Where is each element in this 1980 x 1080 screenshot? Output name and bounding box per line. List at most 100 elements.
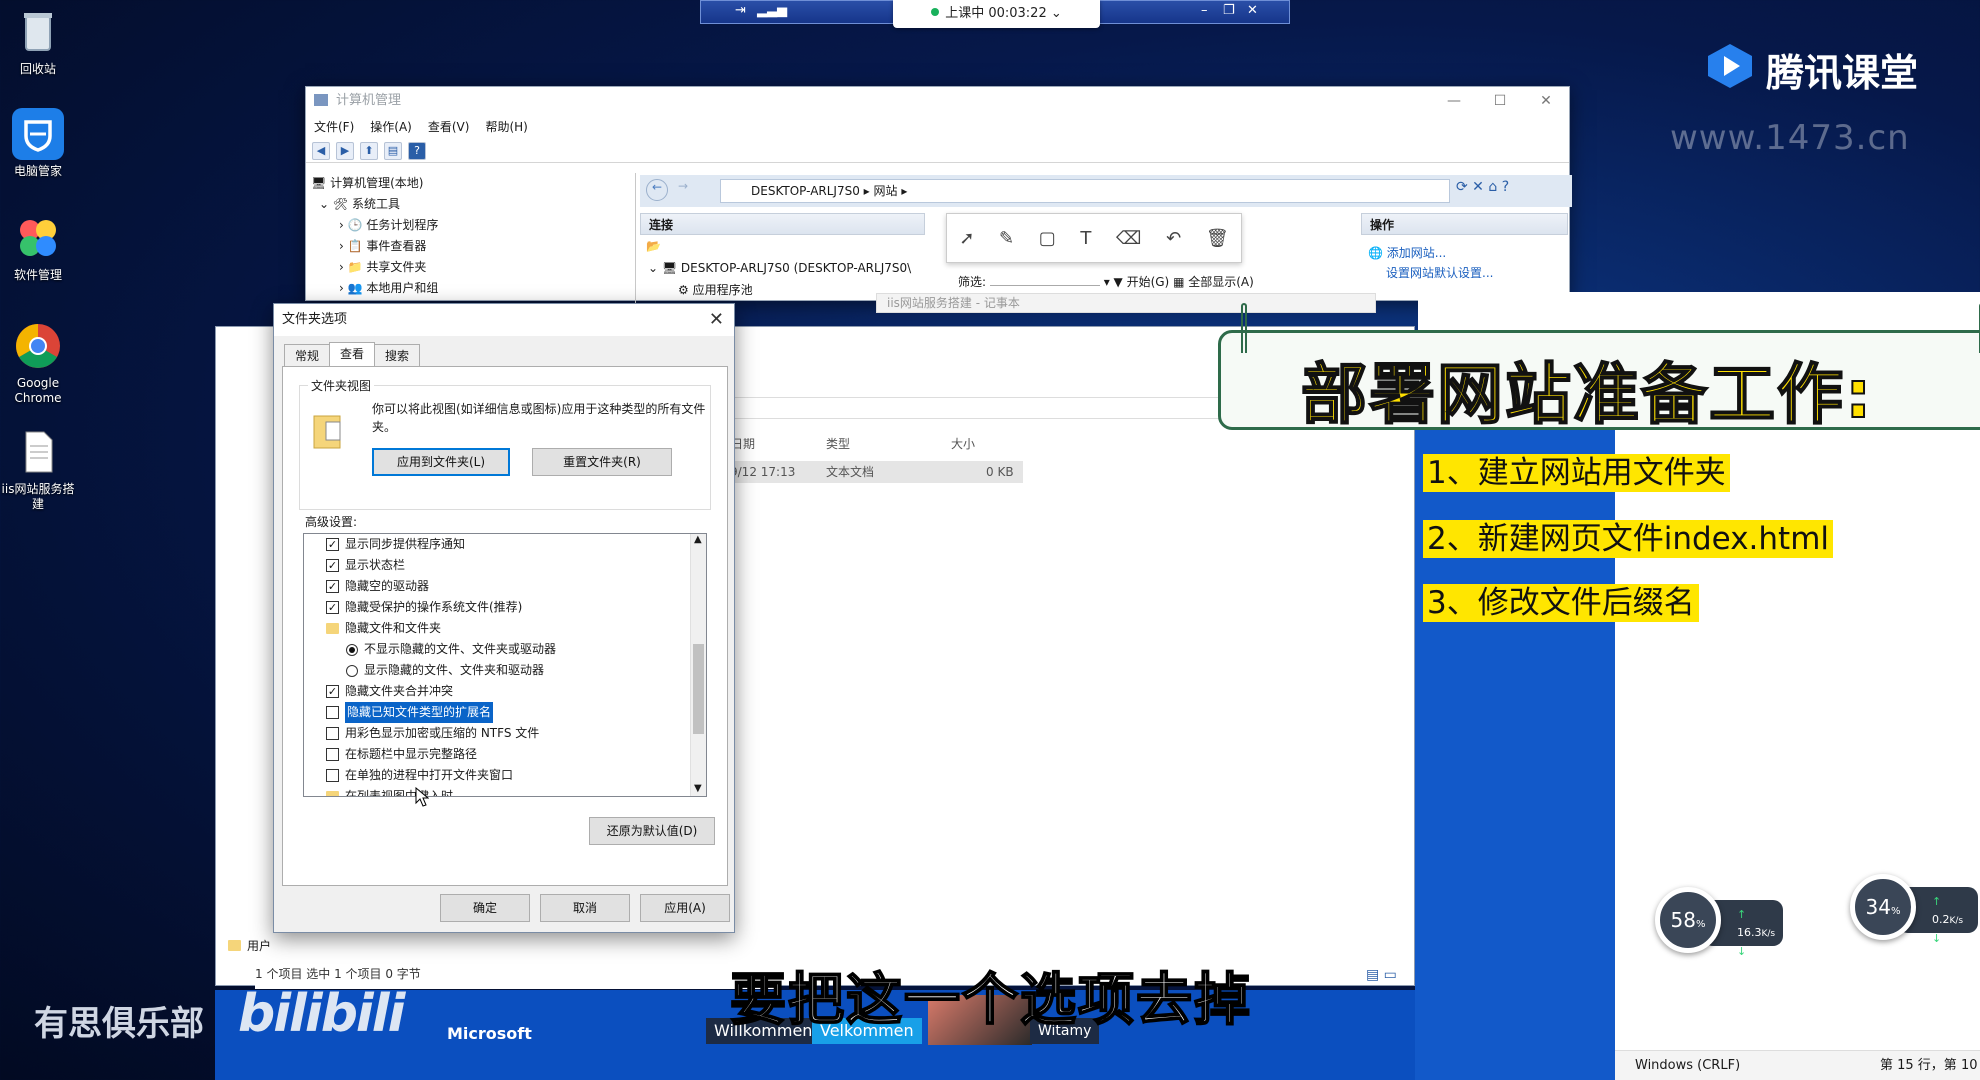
- tab-view[interactable]: 查看: [329, 342, 376, 366]
- connection-server-node[interactable]: ⌄ 🖥 DESKTOP-ARLJ7S0 (DESKTOP-ARLJ7S0\: [648, 261, 926, 275]
- sidebar-item-users[interactable]: 用户: [228, 937, 271, 954]
- setting-dont-show-hidden[interactable]: 不显示隐藏的文件、文件夹或驱动器: [326, 639, 688, 660]
- tree-item-task-scheduler[interactable]: › 🕒 任务计划程序: [311, 215, 635, 236]
- desktop-icon-pc-manager[interactable]: 电脑管家: [0, 108, 76, 179]
- signal-icon: ▂▃▅: [757, 3, 787, 18]
- iis-forward-icon[interactable]: →: [672, 179, 694, 201]
- checkbox[interactable]: ✓: [326, 538, 339, 551]
- site-watermark: www.1473.cn: [1670, 118, 1910, 158]
- ok-button[interactable]: 确定: [440, 894, 530, 922]
- setting-show-hidden[interactable]: 显示隐藏的文件、文件夹和驱动器: [326, 660, 688, 681]
- desktop-icon-software-manager[interactable]: 软件管理: [0, 212, 76, 283]
- column-size[interactable]: 大小: [951, 435, 975, 452]
- undo-icon[interactable]: ↶: [1166, 228, 1181, 249]
- eraser-icon[interactable]: ⌫: [1116, 228, 1141, 249]
- forward-icon[interactable]: ▶: [336, 141, 354, 160]
- add-website-link[interactable]: 🌐 添加网站...: [1368, 243, 1493, 263]
- connect-icon[interactable]: 📂: [646, 239, 661, 253]
- tree-item-root[interactable]: 🖥 计算机管理(本地): [311, 173, 635, 194]
- minimize-icon[interactable]: –: [1201, 3, 1208, 18]
- menu-view[interactable]: 查看(V): [428, 115, 470, 139]
- minimize-button[interactable]: —: [1431, 87, 1477, 115]
- setting-hide-merge-conflicts[interactable]: ✓ 隐藏文件夹合并冲突: [326, 681, 688, 702]
- menu-help[interactable]: 帮助(H): [485, 115, 527, 139]
- text-tool-icon[interactable]: T: [1080, 228, 1091, 249]
- connection-app-pools[interactable]: ⚙ 应用程序池: [678, 281, 753, 298]
- pc-manager-icon: [12, 108, 64, 160]
- tree-item-shared-folders[interactable]: › 📁 共享文件夹: [311, 257, 635, 278]
- pen-icon[interactable]: ✎: [999, 228, 1014, 249]
- close-icon[interactable]: ✕: [1247, 3, 1258, 18]
- show-hide-tree-icon[interactable]: ▤: [384, 141, 402, 160]
- filter-go-button[interactable]: ▼ 开始(G): [1114, 275, 1170, 289]
- tab-general[interactable]: 常规: [284, 344, 331, 366]
- show-all-button[interactable]: ▦ 全部显示(A): [1173, 275, 1254, 289]
- view-toggle-icon[interactable]: ▤ ▭: [1366, 967, 1397, 983]
- desktop-icon-label: iis网站服务搭建: [1, 482, 75, 511]
- reset-folders-button[interactable]: 重置文件夹(R): [532, 448, 672, 476]
- scroll-down-icon[interactable]: ▼: [694, 783, 702, 794]
- scroll-up-icon[interactable]: ▲: [694, 534, 702, 545]
- setting-status-bar[interactable]: ✓ 显示状态栏: [326, 555, 688, 576]
- radio-button[interactable]: [346, 643, 358, 656]
- desktop-icon-recycle-bin[interactable]: 回收站: [0, 6, 76, 77]
- advanced-list-scrollbar[interactable]: ▲ ▼: [690, 534, 706, 796]
- checkbox[interactable]: [326, 769, 339, 782]
- back-icon[interactable]: ◀: [312, 141, 330, 160]
- checkbox[interactable]: [326, 706, 339, 719]
- pin-icon[interactable]: ⇥: [735, 3, 746, 18]
- checkbox[interactable]: ✓: [326, 601, 339, 614]
- tab-search[interactable]: 搜索: [374, 344, 421, 366]
- class-status-pill[interactable]: 上课中 00:03:22 ⌄: [893, 0, 1100, 28]
- setting-hide-empty-drives[interactable]: ✓ 隐藏空的驱动器: [326, 576, 688, 597]
- checkbox[interactable]: ✓: [326, 685, 339, 698]
- set-defaults-link[interactable]: 设置网站默认设置...: [1368, 263, 1493, 283]
- menu-file[interactable]: 文件(F): [314, 115, 354, 139]
- checkbox[interactable]: [326, 727, 339, 740]
- advanced-settings-label: 高级设置:: [305, 515, 358, 529]
- home-icon[interactable]: ⌂: [1488, 179, 1497, 195]
- dialog-close-icon[interactable]: ✕: [709, 304, 724, 336]
- iis-back-icon[interactable]: ←: [646, 179, 668, 201]
- checkbox[interactable]: [326, 748, 339, 761]
- desktop-icon-label: 软件管理: [13, 268, 62, 282]
- rectangle-icon[interactable]: ▢: [1039, 228, 1056, 249]
- checkbox[interactable]: ✓: [326, 580, 339, 593]
- pointer-icon[interactable]: ➚: [959, 228, 974, 249]
- help-circle-icon[interactable]: ?: [1502, 179, 1509, 195]
- apply-button[interactable]: 应用(A): [640, 894, 730, 922]
- refresh-icon[interactable]: ⟳: [1456, 179, 1468, 195]
- close-button[interactable]: ✕: [1523, 87, 1569, 115]
- breadcrumb-host[interactable]: DESKTOP-ARLJ7S0: [751, 184, 860, 198]
- restore-defaults-button[interactable]: 还原为默认值(D): [589, 817, 715, 845]
- scroll-thumb[interactable]: [693, 644, 704, 734]
- help-icon[interactable]: ?: [408, 141, 426, 160]
- radio-button[interactable]: [346, 664, 358, 677]
- column-type[interactable]: 类型: [826, 435, 850, 452]
- apply-to-folders-button[interactable]: 应用到文件夹(L): [372, 448, 510, 476]
- up-folder-icon[interactable]: ⬆: [360, 141, 378, 160]
- checkbox[interactable]: ✓: [326, 559, 339, 572]
- setting-sync-notifications[interactable]: ✓ 显示同步提供程序通知: [326, 534, 688, 555]
- desktop-icon-text-file[interactable]: iis网站服务搭建: [0, 426, 76, 512]
- tree-item-event-viewer[interactable]: › 📋 事件查看器: [311, 236, 635, 257]
- iis-header-tools: ⟳ ✕ ⌂ ?: [1456, 179, 1510, 195]
- desktop-icon-chrome[interactable]: Google Chrome: [0, 320, 76, 406]
- breadcrumb-sites[interactable]: 网站: [874, 184, 898, 198]
- tree-item-local-users[interactable]: › 👥 本地用户和组: [311, 278, 635, 299]
- tree-item-system-tools[interactable]: ⌄ 🛠 系统工具: [311, 194, 635, 215]
- trash-icon[interactable]: 🗑: [1206, 228, 1229, 249]
- cancel-button[interactable]: 取消: [540, 894, 630, 922]
- file-row[interactable]: 9/12 17:13 文本文档 0 KB: [728, 461, 1023, 483]
- setting-color-ntfs[interactable]: 用彩色显示加密或压缩的 NTFS 文件: [326, 723, 688, 744]
- setting-hide-protected-files[interactable]: ✓ 隐藏受保护的操作系统文件(推荐): [326, 597, 688, 618]
- setting-separate-process[interactable]: 在单独的进程中打开文件夹窗口: [326, 765, 688, 786]
- setting-hide-extensions[interactable]: 隐藏已知文件类型的扩展名: [326, 702, 688, 723]
- filter-input[interactable]: [989, 285, 1100, 286]
- advanced-settings-list[interactable]: ✓ 显示同步提供程序通知 ✓ 显示状态栏 ✓ 隐藏空的驱动器 ✓ 隐藏受保护的操作系统文…: [303, 533, 707, 797]
- maximize-button[interactable]: ☐: [1477, 87, 1523, 115]
- menu-action[interactable]: 操作(A): [370, 115, 412, 139]
- iis-address-bar[interactable]: DESKTOP-ARLJ7S0 ▸ 网站 ▸: [720, 179, 1450, 203]
- setting-full-path-title[interactable]: 在标题栏中显示完整路径: [326, 744, 688, 765]
- restore-icon[interactable]: ❐: [1223, 3, 1235, 18]
